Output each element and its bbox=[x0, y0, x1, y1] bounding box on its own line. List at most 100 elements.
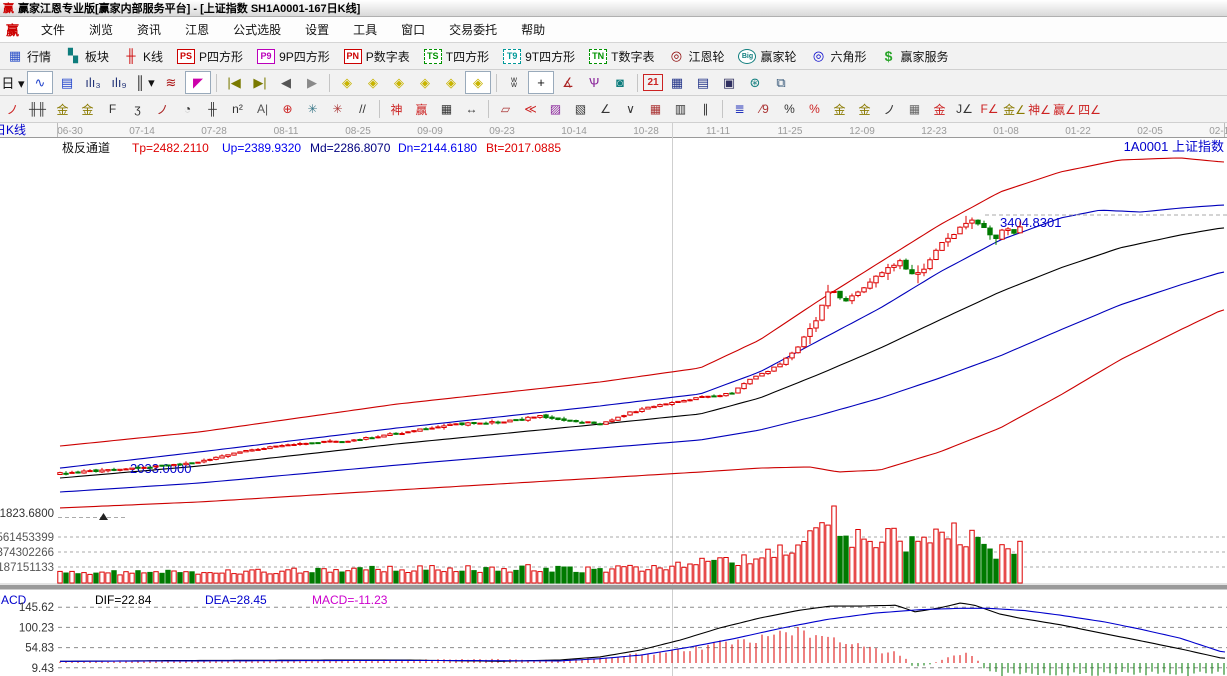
cycle-tool-icon[interactable]: ◙ bbox=[608, 72, 632, 93]
list-blue-icon[interactable]: ≣ bbox=[728, 99, 751, 120]
save-icon[interactable]: ▣ bbox=[717, 72, 741, 93]
gann-tool-icon[interactable]: Ѱ bbox=[582, 72, 606, 93]
zoom-diamond-right-icon[interactable]: ◈ bbox=[361, 72, 385, 93]
bars-3-icon[interactable]: ılı₃ bbox=[81, 72, 105, 93]
p-table-button[interactable]: PN P数字表 bbox=[338, 46, 416, 67]
menu-item-3[interactable]: 江恩 bbox=[173, 20, 221, 40]
fan-box-dark-icon[interactable]: ▧ bbox=[569, 99, 592, 120]
crosshair-tool-icon[interactable]: + bbox=[528, 71, 554, 94]
board-button[interactable]: ▚ 板块 bbox=[59, 46, 115, 67]
wave-pair-icon[interactable]: // bbox=[351, 99, 374, 120]
calculator-icon[interactable]: ▦ bbox=[665, 72, 689, 93]
hand-tool-icon[interactable]: ʬ bbox=[502, 72, 526, 93]
t-table-button[interactable]: TN T数字表 bbox=[583, 46, 660, 67]
grid-123-icon[interactable]: ▦ bbox=[435, 99, 458, 120]
quotes-button[interactable]: ▦ 行情 bbox=[1, 46, 57, 67]
bars-9-icon[interactable]: ılı₉ bbox=[107, 72, 131, 93]
hexagon-button[interactable]: ◎ 六角形 bbox=[805, 46, 873, 67]
menu-item-6[interactable]: 工具 bbox=[341, 20, 389, 40]
brush-icon[interactable]: ノ bbox=[1, 99, 24, 120]
comb-ying-icon[interactable]: 赢 bbox=[410, 99, 433, 120]
trend-wave-icon[interactable]: ∿ bbox=[27, 71, 53, 94]
p-square-button[interactable]: PS P四方形 bbox=[171, 46, 249, 67]
percent-icon[interactable]: % bbox=[778, 99, 801, 120]
calendar-icon[interactable]: 21 bbox=[643, 74, 663, 91]
percent-lines-icon[interactable]: % bbox=[803, 99, 826, 120]
zoom-diamond-v-icon[interactable]: ◈ bbox=[465, 71, 491, 94]
comb-gold-icon[interactable]: 金 bbox=[51, 99, 74, 120]
box-corner-icon[interactable]: ▱ bbox=[494, 99, 517, 120]
gold-underline-icon[interactable]: 金 bbox=[928, 99, 951, 120]
fan-lines-icon[interactable]: ≪ bbox=[519, 99, 542, 120]
nav-next-button[interactable]: ▶ bbox=[300, 72, 324, 93]
f-angle-icon[interactable]: F∠ bbox=[978, 99, 1001, 120]
kline-period-dropdown[interactable]: 日 ▾ bbox=[1, 72, 25, 93]
fan-box-purple-icon[interactable]: ▨ bbox=[544, 99, 567, 120]
nav-prev-button[interactable]: ◀ bbox=[274, 72, 298, 93]
zoom-diamond-h-icon[interactable]: ◈ bbox=[439, 72, 463, 93]
circle-gold-icon[interactable]: 金 bbox=[828, 99, 851, 120]
macd-dea-value: DEA=28.45 bbox=[205, 593, 267, 607]
hatch-icon[interactable]: ∥ bbox=[694, 99, 717, 120]
candle-style-dropdown[interactable]: ║ ▾ bbox=[133, 72, 157, 93]
comb-spiral-icon[interactable]: ʒ bbox=[126, 99, 149, 120]
circle-cross-icon[interactable]: ⊕ bbox=[276, 99, 299, 120]
j-angle-icon[interactable]: J∠ bbox=[953, 99, 976, 120]
gann-wheel-button[interactable]: ◎ 江恩轮 bbox=[662, 46, 730, 67]
kline-button[interactable]: ╫ K线 bbox=[117, 46, 169, 67]
a-line-icon[interactable]: A| bbox=[251, 99, 274, 120]
angle-lines-icon[interactable]: ∠ bbox=[594, 99, 617, 120]
menu-item-0[interactable]: 文件 bbox=[29, 20, 77, 40]
pane-splitter[interactable] bbox=[0, 585, 1227, 590]
chart-area[interactable]: 06-30 07-14 07-28 08-11 08-25 09-09 09-23 10-14… bbox=[0, 123, 1227, 676]
nav-first-button[interactable]: |◀ bbox=[222, 72, 246, 93]
ying-angle-icon[interactable]: 赢∠ bbox=[1053, 99, 1076, 120]
network-icon[interactable]: ⊛ bbox=[743, 72, 767, 93]
menu-item-8[interactable]: 交易委托 bbox=[437, 20, 509, 40]
volume-scale-label: 561453399 bbox=[0, 532, 54, 544]
flag-histogram-icon[interactable]: ◤ bbox=[185, 71, 211, 94]
compass-star-icon[interactable]: ✳ bbox=[301, 99, 324, 120]
comb-f-icon[interactable]: F bbox=[101, 99, 124, 120]
winner-service-button[interactable]: $ 赢家服务 bbox=[875, 46, 955, 67]
angle-measure-icon[interactable]: ∡ bbox=[556, 72, 580, 93]
9p-square-button[interactable]: P9 9P四方形 bbox=[251, 46, 336, 67]
info-note-icon[interactable]: ▤ bbox=[55, 72, 79, 93]
zoom-diamond-left-icon[interactable]: ◈ bbox=[335, 72, 359, 93]
menu-item-1[interactable]: 浏览 bbox=[77, 20, 125, 40]
ruler-span-icon[interactable]: ↔ bbox=[460, 99, 483, 120]
comb-gold2-icon[interactable]: 金 bbox=[76, 99, 99, 120]
t-square-button[interactable]: TS T四方形 bbox=[418, 46, 495, 67]
si-angle-icon[interactable]: 四∠ bbox=[1078, 99, 1101, 120]
brush-comb-icon[interactable]: ノ bbox=[151, 99, 174, 120]
menu-item-9[interactable]: 帮助 bbox=[509, 20, 557, 40]
zoom-diamond-up-icon[interactable]: ◈ bbox=[387, 72, 411, 93]
v-lines-icon[interactable]: ∨ bbox=[619, 99, 642, 120]
comb-shen-icon[interactable]: 神 bbox=[385, 99, 408, 120]
printer-icon[interactable]: ⧉ bbox=[769, 72, 793, 93]
menu-item-2[interactable]: 资讯 bbox=[125, 20, 173, 40]
kline-chart-svg[interactable]: 06-30 07-14 07-28 08-11 08-25 09-09 09-23 10-14… bbox=[0, 123, 1227, 676]
grid-dense-icon[interactable]: ▥ bbox=[669, 99, 692, 120]
comb-icon[interactable]: ╫╫ bbox=[26, 99, 49, 120]
shen-angle-icon[interactable]: 神∠ bbox=[1028, 99, 1051, 120]
comb-n2-icon[interactable]: n² bbox=[226, 99, 249, 120]
compass-box-icon[interactable]: ✳ bbox=[326, 99, 349, 120]
zoom-diamond-down-icon[interactable]: ◈ bbox=[413, 72, 437, 93]
grid-red-icon[interactable]: ▦ bbox=[644, 99, 667, 120]
comb-plain-icon[interactable]: ╫ bbox=[201, 99, 224, 120]
nav-last-button[interactable]: ▶| bbox=[248, 72, 272, 93]
report-icon[interactable]: ▤ bbox=[691, 72, 715, 93]
winner-wheel-button[interactable]: Big 赢家轮 bbox=[732, 46, 802, 67]
menu-item-4[interactable]: 公式选股 bbox=[221, 20, 293, 40]
ninth-angle-icon[interactable]: ⁄9 bbox=[753, 99, 776, 120]
menu-item-7[interactable]: 窗口 bbox=[389, 20, 437, 40]
clock-circle-icon[interactable]: ◔ bbox=[176, 99, 199, 120]
menu-item-5[interactable]: 设置 bbox=[293, 20, 341, 40]
grid-wave-icon[interactable]: ▦ bbox=[903, 99, 926, 120]
gold-lines-icon[interactable]: 金 bbox=[853, 99, 876, 120]
pattern-red-icon[interactable]: ≋ bbox=[159, 72, 183, 93]
9t-square-button[interactable]: T9 9T四方形 bbox=[497, 46, 581, 67]
pen2-icon[interactable]: ノ bbox=[878, 99, 901, 120]
gold-angle-icon[interactable]: 金∠ bbox=[1003, 99, 1026, 120]
